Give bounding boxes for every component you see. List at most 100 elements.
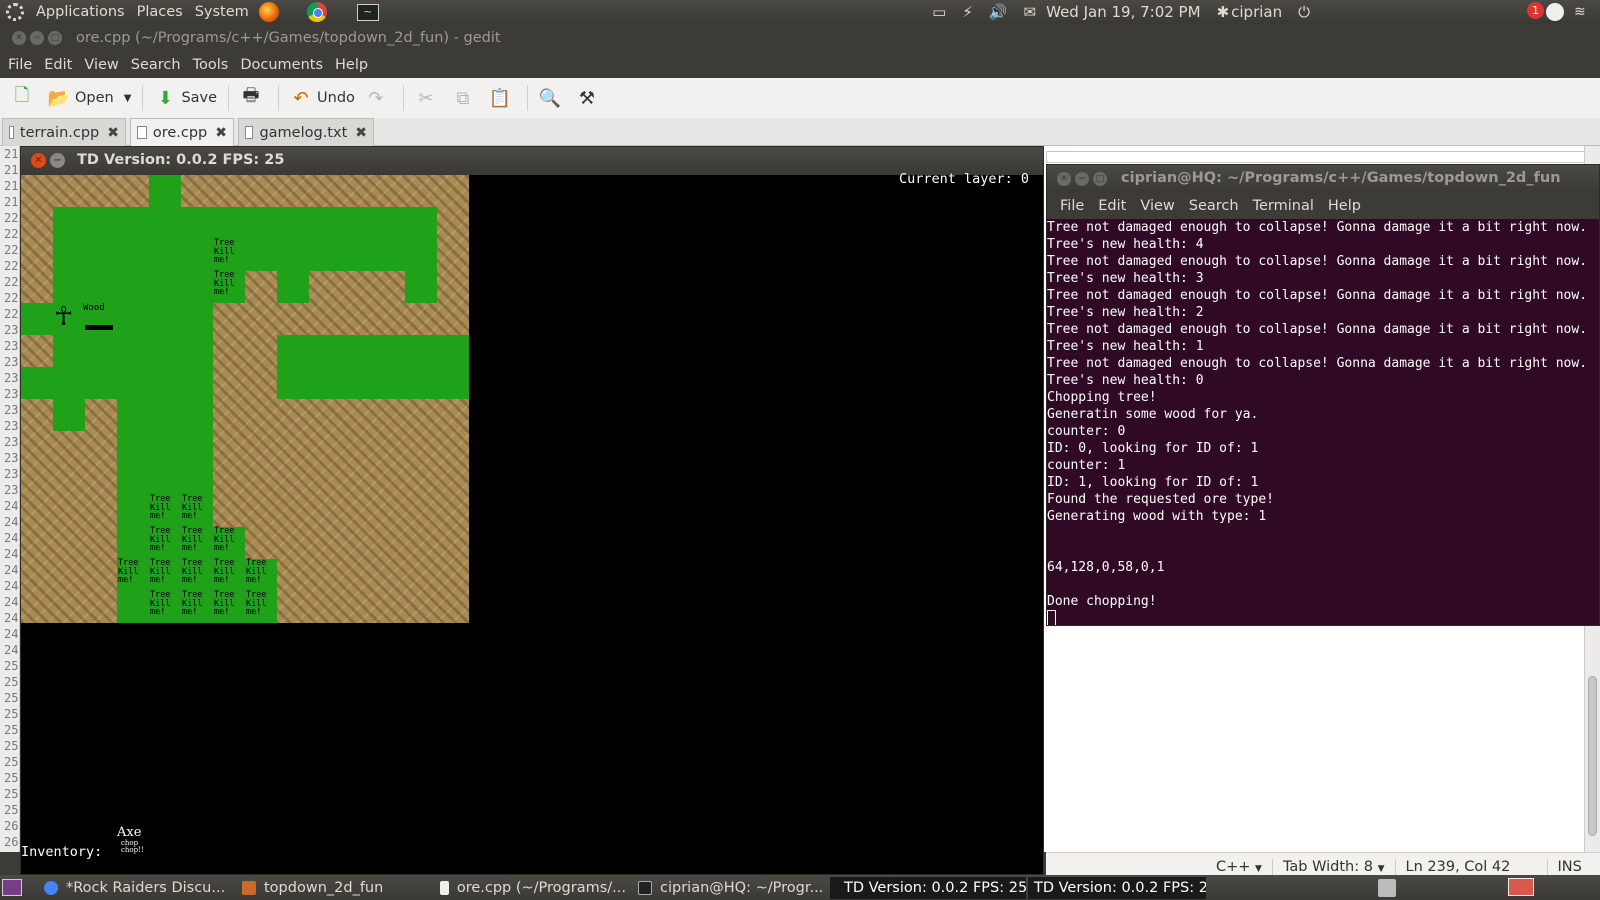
wifi-icon[interactable]: ≋ (1574, 4, 1586, 20)
minimize-icon[interactable]: − (50, 153, 65, 168)
trash-icon[interactable] (1378, 879, 1396, 897)
tree-tile[interactable]: Tree Kill me! (213, 239, 245, 271)
task-topdown-folder[interactable]: topdown_2d_fun (236, 877, 428, 899)
tab-gamelog-txt[interactable]: gamelog.txt ✖ (238, 118, 374, 146)
close-tab-icon[interactable]: ✖ (107, 125, 119, 141)
applications-menu[interactable]: Applications (30, 4, 131, 20)
chromium-tray-icon[interactable] (1546, 3, 1564, 21)
maximize-icon[interactable]: □ (1093, 172, 1107, 186)
tree-tile[interactable]: Tree Kill me! (181, 495, 213, 527)
volume-icon[interactable]: 🔊 (989, 3, 1008, 21)
tree-tile[interactable]: Tree Kill me! (181, 591, 213, 623)
tree-tile[interactable]: Tree Kill me! (213, 527, 245, 559)
mail-icon[interactable]: ✉ (1024, 3, 1037, 21)
clock[interactable]: Wed Jan 19, 7:02 PM (1046, 3, 1200, 21)
menu-view[interactable]: View (1133, 198, 1181, 214)
terminal-output[interactable]: Tree not damaged enough to collapse! Gon… (1047, 219, 1599, 625)
tab-width-selector[interactable]: Tab Width: 8 ▼ (1273, 858, 1396, 875)
menu-tools[interactable]: Tools (187, 57, 235, 73)
chrome-icon[interactable] (306, 2, 327, 22)
task-terminal[interactable]: ciprian@HQ: ~/Progr... (632, 877, 824, 899)
close-tab-icon[interactable]: ✖ (215, 125, 227, 141)
replace-button[interactable]: ⚒ (571, 87, 608, 109)
tree-tile[interactable]: Tree Kill me! (149, 527, 181, 559)
save-button[interactable]: ⬇ Save (149, 87, 222, 109)
tab-terrain-cpp[interactable]: terrain.cpp ✖ (2, 118, 126, 146)
redo-button[interactable]: ↷ (360, 87, 397, 109)
menu-documents[interactable]: Documents (234, 57, 329, 73)
show-desktop-icon[interactable] (2, 879, 22, 896)
scrollbar-thumb[interactable] (1588, 676, 1597, 836)
task-gedit[interactable]: ore.cpp (~/Programs/... (434, 877, 626, 899)
tree-tile[interactable]: Tree Kill me! (245, 591, 277, 623)
terminal-titlebar: ✕ − □ ciprian@HQ: ~/Programs/c++/Games/t… (1047, 165, 1599, 193)
menu-help[interactable]: Help (1321, 198, 1368, 214)
tree-tile[interactable]: Tree Kill me! (213, 591, 245, 623)
user-icon[interactable]: ✱ (1217, 3, 1230, 21)
language-selector[interactable]: C++ ▼ (1206, 858, 1273, 875)
firefox-icon[interactable] (258, 2, 279, 22)
find-button[interactable]: 🔍 (534, 87, 571, 109)
user-name[interactable]: ciprian (1231, 3, 1282, 21)
grass-tile (53, 335, 213, 367)
power-icon[interactable]: ⏻ (1298, 3, 1310, 21)
editor-current-line[interactable] (1046, 151, 1586, 163)
close-tab-icon[interactable]: ✖ (355, 125, 367, 141)
line-number: 24 (4, 611, 19, 625)
tree-tile[interactable]: Tree Kill me! (149, 591, 181, 623)
tree-tile[interactable]: Tree Kill me! (149, 559, 181, 591)
tree-tile[interactable]: Tree Kill me! (213, 559, 245, 591)
notification-badge[interactable]: 1 (1527, 2, 1544, 19)
tree-tile[interactable]: Tree Kill me! (117, 559, 149, 591)
menu-terminal[interactable]: Terminal (1246, 198, 1321, 214)
cut-button[interactable]: ✂ (410, 87, 447, 109)
close-icon[interactable]: ✕ (12, 31, 26, 45)
paste-button[interactable]: 📋 (484, 87, 521, 109)
tree-tile[interactable]: Tree Kill me! (181, 527, 213, 559)
open-dropdown[interactable]: ▼ (119, 93, 137, 104)
grass-tile (53, 399, 85, 431)
system-monitor-icon[interactable]: ~ (356, 3, 379, 21)
maximize-icon[interactable]: □ (48, 31, 62, 45)
copy-button[interactable]: ⧉ (447, 87, 484, 109)
menu-view[interactable]: View (78, 57, 124, 73)
line-number: 24 (4, 499, 19, 513)
ubuntu-logo-icon[interactable] (6, 3, 24, 21)
task-rock-raiders[interactable]: *Rock Raiders Discu... (38, 877, 230, 899)
menu-edit[interactable]: Edit (38, 57, 78, 73)
game-titlebar: ✕ − TD Version: 0.0.2 FPS: 25 (21, 147, 1043, 175)
workspace-switcher-icon[interactable] (1508, 878, 1534, 896)
menu-file[interactable]: File (2, 57, 38, 73)
close-icon[interactable]: ✕ (1057, 172, 1071, 186)
new-button[interactable]: 🗋 (6, 85, 43, 109)
tree-tile[interactable]: Tree Kill me! (181, 559, 213, 591)
terminal-line: Tree not damaged enough to collapse! Gon… (1047, 356, 1588, 371)
menu-help[interactable]: Help (329, 57, 374, 73)
menu-file[interactable]: File (1053, 198, 1091, 214)
menu-edit[interactable]: Edit (1091, 198, 1133, 214)
tree-tile[interactable]: Tree Kill me! (245, 559, 277, 591)
minimize-icon[interactable]: − (1075, 172, 1089, 186)
tree-tile[interactable]: Tree Kill me! (149, 495, 181, 527)
game-map[interactable]: Tree Kill me! Tree Kill me! Tree Kill me! Tree… (21, 175, 469, 623)
tab-ore-cpp[interactable]: ore.cpp ✖ (130, 118, 234, 146)
menu-search[interactable]: Search (1182, 198, 1246, 214)
close-icon[interactable]: ✕ (31, 153, 46, 168)
places-menu[interactable]: Places (131, 4, 189, 20)
power-bolt-icon[interactable]: ⚡ (962, 3, 973, 21)
task-td-game[interactable]: TD Version: 0.0.2 FPS: 25 (830, 877, 1026, 899)
terminal-icon (638, 881, 652, 895)
system-menu[interactable]: System (189, 4, 255, 20)
axe-inventory-item[interactable]: Axe chop chop!! (117, 825, 149, 857)
display-icon[interactable]: ▭ (932, 3, 946, 21)
line-number-gutter: 21 21 21 21 22 22 22 22 22 22 22 23 23 23 23 23 23 23 23 23… (0, 146, 20, 852)
tree-tile[interactable]: Tree Kill me! (213, 271, 245, 303)
undo-button[interactable]: ↶ Undo (285, 87, 360, 109)
menu-search[interactable]: Search (125, 57, 187, 73)
open-button[interactable]: 📂 Open (43, 87, 119, 109)
wood-item[interactable]: Wood (83, 303, 115, 335)
print-button[interactable]: 🖶 (235, 85, 272, 109)
grass-tile (53, 207, 437, 271)
minimize-icon[interactable]: − (30, 31, 44, 45)
